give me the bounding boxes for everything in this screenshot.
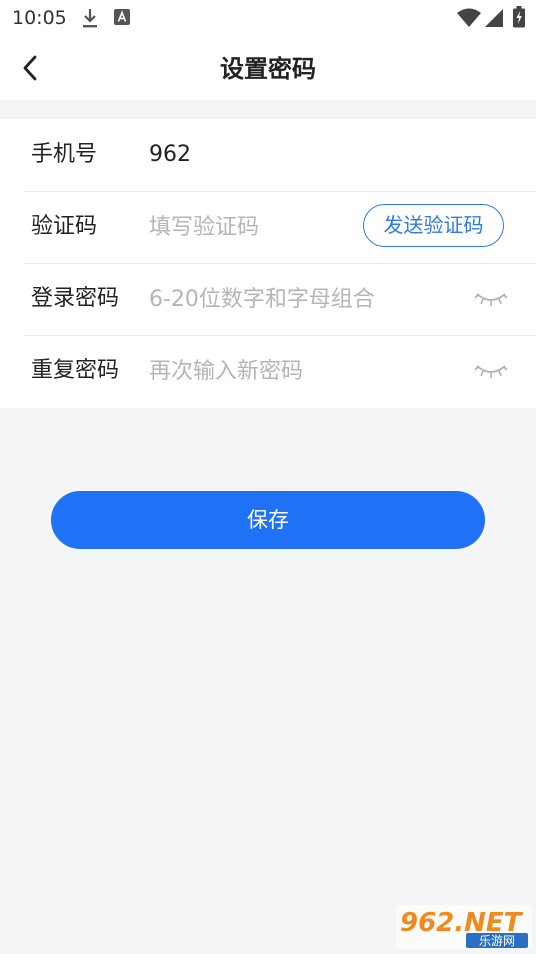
battery-charging-icon: [513, 6, 525, 28]
save-button[interactable]: 保存: [51, 491, 485, 549]
phone-row: 手机号 962: [24, 119, 536, 192]
phone-value: 962: [149, 142, 191, 167]
login-password-row: 登录密码: [24, 263, 536, 336]
watermark-logo: 962.NET 乐游网: [396, 905, 532, 949]
status-bar: 10:05: [0, 0, 536, 36]
verification-code-input[interactable]: [149, 207, 349, 247]
chevron-left-icon: [23, 55, 37, 81]
phone-label: 手机号: [31, 142, 98, 167]
cellular-signal-icon: [485, 9, 503, 27]
status-time: 10:05: [12, 7, 67, 29]
eye-closed-icon[interactable]: [474, 285, 508, 313]
repeat-password-input[interactable]: [149, 351, 469, 391]
verification-code-row: 验证码 发送验证码: [24, 191, 536, 264]
nav-bar: 设置密码: [0, 36, 536, 100]
a-notification-icon: [114, 9, 130, 25]
password-form: 手机号 962 验证码 发送验证码 登录密码 重复密码: [0, 119, 536, 408]
watermark-bottom: 乐游网: [479, 934, 515, 948]
send-code-button[interactable]: 发送验证码: [363, 204, 504, 247]
back-button[interactable]: [12, 50, 48, 86]
download-icon: [83, 9, 97, 28]
page-title: 设置密码: [220, 55, 316, 83]
repeat-password-row: 重复密码: [24, 335, 536, 407]
repeat-password-label: 重复密码: [31, 358, 120, 383]
wifi-icon: [457, 8, 481, 27]
login-password-label: 登录密码: [31, 286, 120, 311]
eye-closed-icon[interactable]: [474, 357, 508, 385]
login-password-input[interactable]: [149, 279, 469, 319]
verification-code-label: 验证码: [31, 214, 98, 239]
